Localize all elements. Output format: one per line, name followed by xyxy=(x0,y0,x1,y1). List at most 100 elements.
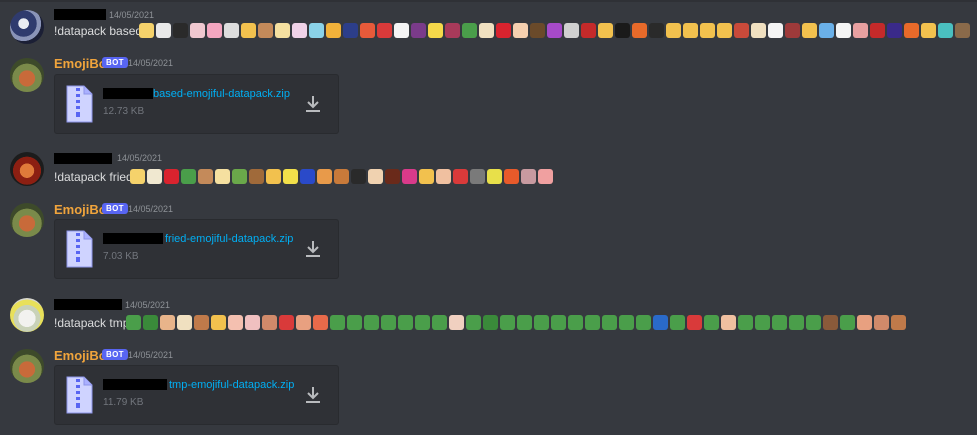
custom-emoji[interactable] xyxy=(687,315,702,330)
custom-emoji[interactable] xyxy=(517,315,532,330)
custom-emoji[interactable] xyxy=(874,315,889,330)
custom-emoji[interactable] xyxy=(568,315,583,330)
custom-emoji[interactable] xyxy=(534,315,549,330)
custom-emoji[interactable] xyxy=(768,23,783,38)
custom-emoji[interactable] xyxy=(207,23,222,38)
custom-emoji[interactable] xyxy=(317,169,332,184)
custom-emoji[interactable] xyxy=(462,23,477,38)
custom-emoji[interactable] xyxy=(181,169,196,184)
custom-emoji[interactable] xyxy=(381,315,396,330)
custom-emoji[interactable] xyxy=(364,315,379,330)
custom-emoji[interactable] xyxy=(585,315,600,330)
custom-emoji[interactable] xyxy=(615,23,630,38)
custom-emoji[interactable] xyxy=(479,23,494,38)
custom-emoji[interactable] xyxy=(470,169,485,184)
custom-emoji[interactable] xyxy=(636,315,651,330)
custom-emoji[interactable] xyxy=(394,23,409,38)
username[interactable] xyxy=(54,152,112,167)
custom-emoji[interactable] xyxy=(292,23,307,38)
custom-emoji[interactable] xyxy=(415,315,430,330)
custom-emoji[interactable] xyxy=(173,23,188,38)
custom-emoji[interactable] xyxy=(436,169,451,184)
custom-emoji[interactable] xyxy=(530,23,545,38)
custom-emoji[interactable] xyxy=(857,315,872,330)
custom-emoji[interactable] xyxy=(521,169,536,184)
custom-emoji[interactable] xyxy=(419,169,434,184)
custom-emoji[interactable] xyxy=(377,23,392,38)
custom-emoji[interactable] xyxy=(211,315,226,330)
custom-emoji[interactable] xyxy=(428,23,443,38)
custom-emoji[interactable] xyxy=(279,315,294,330)
custom-emoji[interactable] xyxy=(870,23,885,38)
custom-emoji[interactable] xyxy=(449,315,464,330)
username[interactable] xyxy=(54,298,122,313)
avatar[interactable] xyxy=(10,349,44,383)
custom-emoji[interactable] xyxy=(738,315,753,330)
custom-emoji[interactable] xyxy=(602,315,617,330)
custom-emoji[interactable] xyxy=(351,169,366,184)
custom-emoji[interactable] xyxy=(823,315,838,330)
custom-emoji[interactable] xyxy=(241,23,256,38)
custom-emoji[interactable] xyxy=(453,169,468,184)
custom-emoji[interactable] xyxy=(564,23,579,38)
custom-emoji[interactable] xyxy=(649,23,664,38)
custom-emoji[interactable] xyxy=(368,169,383,184)
custom-emoji[interactable] xyxy=(283,169,298,184)
download-icon[interactable] xyxy=(303,385,323,405)
custom-emoji[interactable] xyxy=(632,23,647,38)
custom-emoji[interactable] xyxy=(198,169,213,184)
custom-emoji[interactable] xyxy=(598,23,613,38)
custom-emoji[interactable] xyxy=(262,315,277,330)
custom-emoji[interactable] xyxy=(177,315,192,330)
custom-emoji[interactable] xyxy=(538,169,553,184)
custom-emoji[interactable] xyxy=(402,169,417,184)
custom-emoji[interactable] xyxy=(751,23,766,38)
custom-emoji[interactable] xyxy=(445,23,460,38)
custom-emoji[interactable] xyxy=(717,23,732,38)
avatar[interactable] xyxy=(10,10,44,44)
custom-emoji[interactable] xyxy=(653,315,668,330)
custom-emoji[interactable] xyxy=(343,23,358,38)
custom-emoji[interactable] xyxy=(224,23,239,38)
custom-emoji[interactable] xyxy=(891,315,906,330)
custom-emoji[interactable] xyxy=(789,315,804,330)
custom-emoji[interactable] xyxy=(215,169,230,184)
custom-emoji[interactable] xyxy=(330,315,345,330)
custom-emoji[interactable] xyxy=(904,23,919,38)
custom-emoji[interactable] xyxy=(704,315,719,330)
custom-emoji[interactable] xyxy=(190,23,205,38)
custom-emoji[interactable] xyxy=(147,169,162,184)
custom-emoji[interactable] xyxy=(955,23,970,38)
custom-emoji[interactable] xyxy=(487,169,502,184)
avatar[interactable] xyxy=(10,58,44,92)
custom-emoji[interactable] xyxy=(581,23,596,38)
custom-emoji[interactable] xyxy=(500,315,515,330)
custom-emoji[interactable] xyxy=(249,169,264,184)
custom-emoji[interactable] xyxy=(734,23,749,38)
custom-emoji[interactable] xyxy=(194,315,209,330)
custom-emoji[interactable] xyxy=(360,23,375,38)
custom-emoji[interactable] xyxy=(504,169,519,184)
custom-emoji[interactable] xyxy=(228,315,243,330)
custom-emoji[interactable] xyxy=(326,23,341,38)
custom-emoji[interactable] xyxy=(347,315,362,330)
custom-emoji[interactable] xyxy=(139,23,154,38)
custom-emoji[interactable] xyxy=(483,315,498,330)
custom-emoji[interactable] xyxy=(245,315,260,330)
custom-emoji[interactable] xyxy=(619,315,634,330)
custom-emoji[interactable] xyxy=(296,315,311,330)
avatar[interactable] xyxy=(10,152,44,186)
avatar[interactable] xyxy=(10,298,44,332)
custom-emoji[interactable] xyxy=(921,23,936,38)
custom-emoji[interactable] xyxy=(840,315,855,330)
custom-emoji[interactable] xyxy=(547,23,562,38)
custom-emoji[interactable] xyxy=(164,169,179,184)
custom-emoji[interactable] xyxy=(551,315,566,330)
custom-emoji[interactable] xyxy=(411,23,426,38)
custom-emoji[interactable] xyxy=(232,169,247,184)
custom-emoji[interactable] xyxy=(300,169,315,184)
custom-emoji[interactable] xyxy=(887,23,902,38)
custom-emoji[interactable] xyxy=(755,315,770,330)
custom-emoji[interactable] xyxy=(802,23,817,38)
custom-emoji[interactable] xyxy=(772,315,787,330)
